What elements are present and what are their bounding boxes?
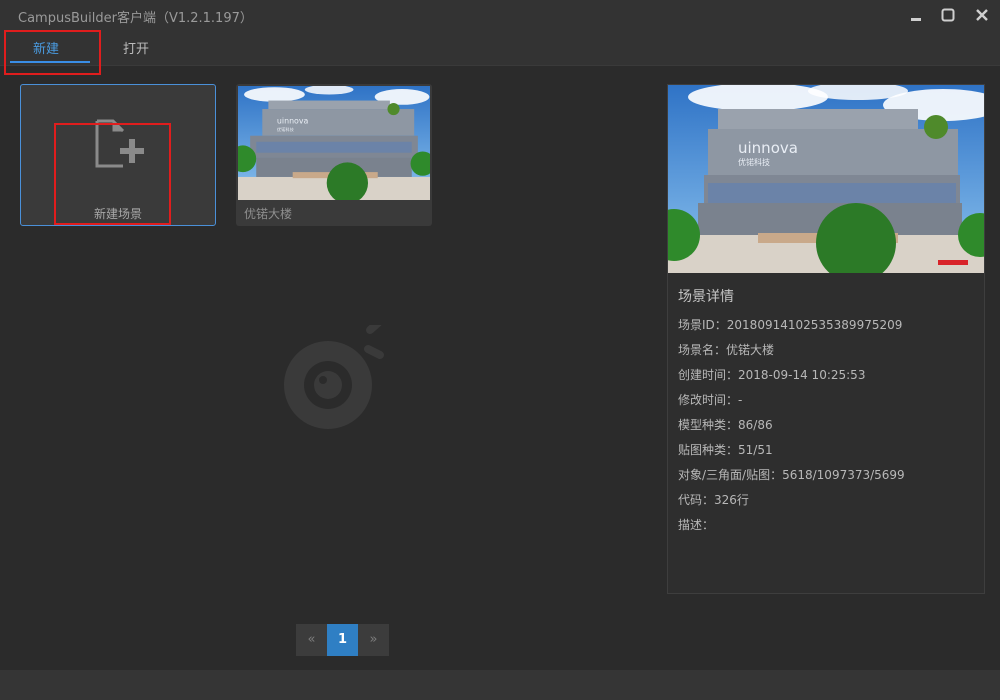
thumbnail-brand-subtext: 优锘科技 — [277, 126, 295, 133]
new-scene-label: 新建场景 — [93, 207, 142, 221]
preview-brand-text: uinnova — [738, 139, 798, 157]
minimize-icon[interactable] — [906, 5, 926, 25]
detail-created-time: 创建时间：2018-09-14 10:25:53 — [678, 368, 866, 382]
status-bar — [0, 670, 1000, 700]
detail-description: 描述： — [678, 518, 715, 532]
new-file-icon — [93, 119, 145, 175]
detail-scene-name: 场景名：优锘大楼 — [678, 343, 775, 357]
prev-page-button[interactable]: « — [296, 624, 327, 656]
tab-bar: 新建 打开 — [0, 30, 1000, 66]
details-header: 场景详情 — [678, 289, 734, 305]
scene-details-panel: uinnova 优锘科技 场景详情 场景ID：20180914102535389… — [667, 84, 985, 594]
scene-card[interactable]: uinnova 优锘科技 优锘大楼 — [236, 84, 432, 226]
detail-modified-time: 修改时间：- — [678, 393, 743, 407]
watermark-logo-icon — [280, 319, 390, 435]
next-page-button[interactable]: » — [358, 624, 389, 656]
detail-objects-stats: 对象/三角面/贴图：5618/1097373/5699 — [678, 468, 905, 482]
maximize-icon[interactable] — [938, 5, 958, 25]
tab-new[interactable]: 新建 — [10, 38, 82, 57]
close-icon[interactable] — [972, 5, 992, 25]
new-scene-card[interactable]: 新建场景 — [20, 84, 216, 226]
preview-brand-subtext: 优锘科技 — [738, 157, 770, 167]
scene-name-label: 优锘大楼 — [244, 207, 293, 221]
details-preview-image: uinnova 优锘科技 — [668, 85, 984, 273]
window-title: CampusBuilder客户端（V1.2.1.197） — [18, 11, 253, 26]
thumbnail-brand-text: uinnova — [277, 117, 309, 126]
detail-scene-id: 场景ID：20180914102535389975209 — [678, 318, 903, 332]
detail-code-lines: 代码：326行 — [678, 493, 749, 507]
detail-texture-types: 贴图种类：51/51 — [678, 443, 773, 457]
current-page-button[interactable]: 1 — [327, 624, 358, 656]
pagination: « 1 » — [296, 624, 389, 656]
tab-open[interactable]: 打开 — [106, 38, 166, 57]
detail-model-types: 模型种类：86/86 — [678, 418, 773, 432]
scene-thumbnail: uinnova 优锘科技 — [238, 86, 430, 200]
active-tab-indicator — [10, 61, 90, 63]
title-bar: CampusBuilder客户端（V1.2.1.197） — [0, 0, 1000, 30]
